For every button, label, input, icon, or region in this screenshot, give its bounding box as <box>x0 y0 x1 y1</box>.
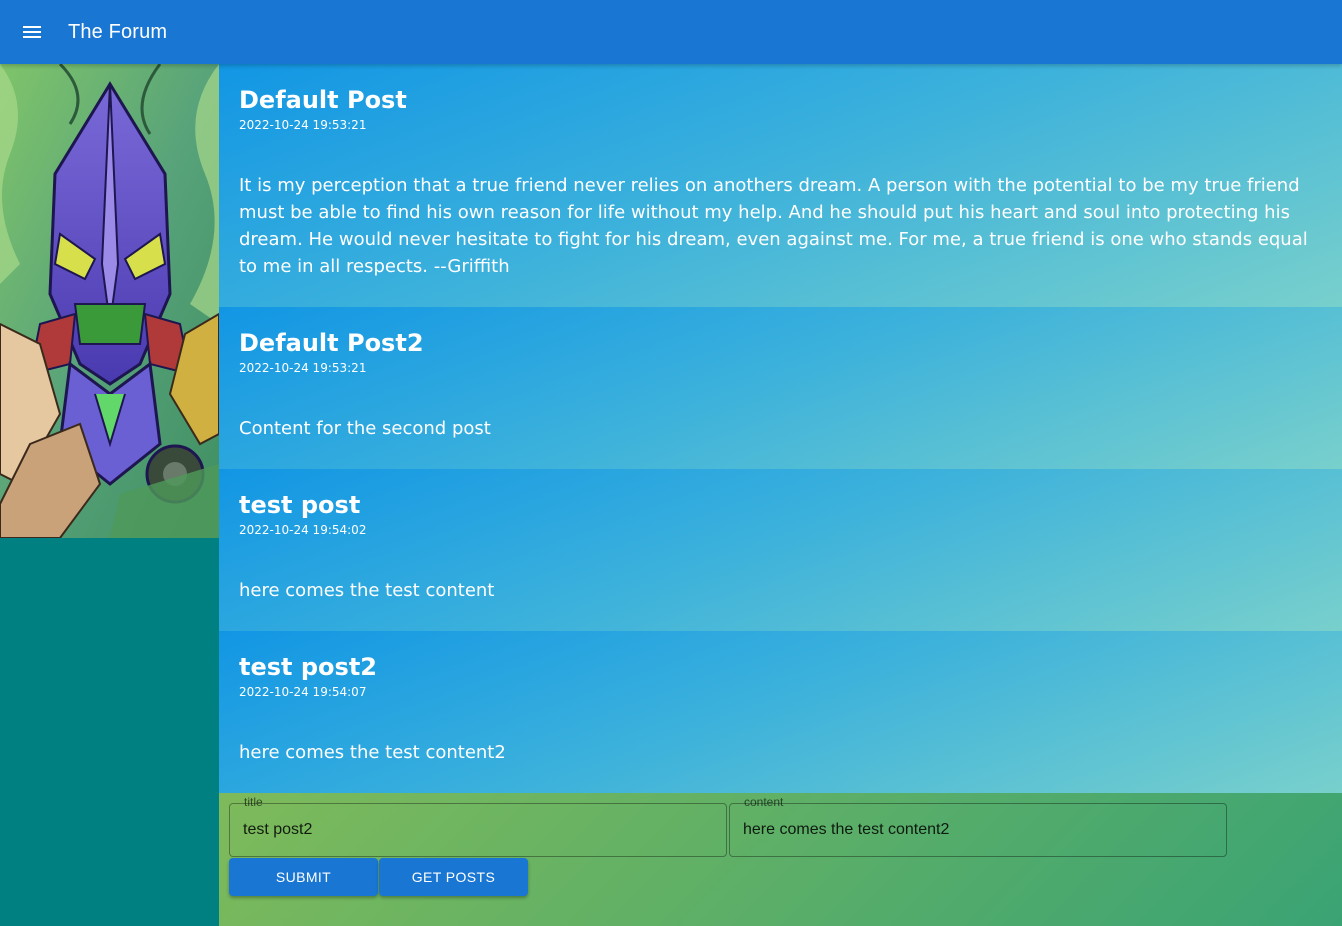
submit-button[interactable]: SUBMIT <box>229 858 378 896</box>
title-input[interactable] <box>230 804 726 856</box>
post-date: 2022-10-24 19:54:07 <box>239 685 367 699</box>
post-card: Default Post2 2022-10-24 19:53:21 Conten… <box>219 307 1342 469</box>
menu-icon <box>23 26 41 38</box>
sidebar-image <box>0 64 219 538</box>
app-title: The Forum <box>68 20 168 43</box>
post-content: here comes the test content2 <box>239 742 506 763</box>
post-date: 2022-10-24 19:54:02 <box>239 523 367 537</box>
get-posts-button[interactable]: GET POSTS <box>379 858 528 896</box>
post-content: here comes the test content <box>239 580 495 601</box>
post-title: test post2 <box>239 653 377 681</box>
post-content: It is my perception that a true friend n… <box>239 175 1308 277</box>
content-field[interactable]: content <box>729 795 1227 857</box>
post-card: Default Post 2022-10-24 19:53:21 It is m… <box>219 64 1342 307</box>
post-card: test post2 2022-10-24 19:54:07 here come… <box>219 631 1342 793</box>
menu-button[interactable] <box>0 0 64 64</box>
title-field[interactable]: title <box>229 795 727 857</box>
sidebar <box>0 64 219 926</box>
post-date: 2022-10-24 19:53:21 <box>239 118 367 132</box>
post-title: test post <box>239 491 361 519</box>
content-input[interactable] <box>730 804 1226 856</box>
post-content: Content for the second post <box>239 418 491 439</box>
main-content: Default Post 2022-10-24 19:53:21 It is m… <box>219 64 1342 926</box>
app-bar: The Forum <box>0 0 1342 64</box>
post-date: 2022-10-24 19:53:21 <box>239 361 367 375</box>
post-title: Default Post2 <box>239 329 424 357</box>
post-title: Default Post <box>239 86 407 114</box>
post-card: test post 2022-10-24 19:54:02 here comes… <box>219 469 1342 631</box>
